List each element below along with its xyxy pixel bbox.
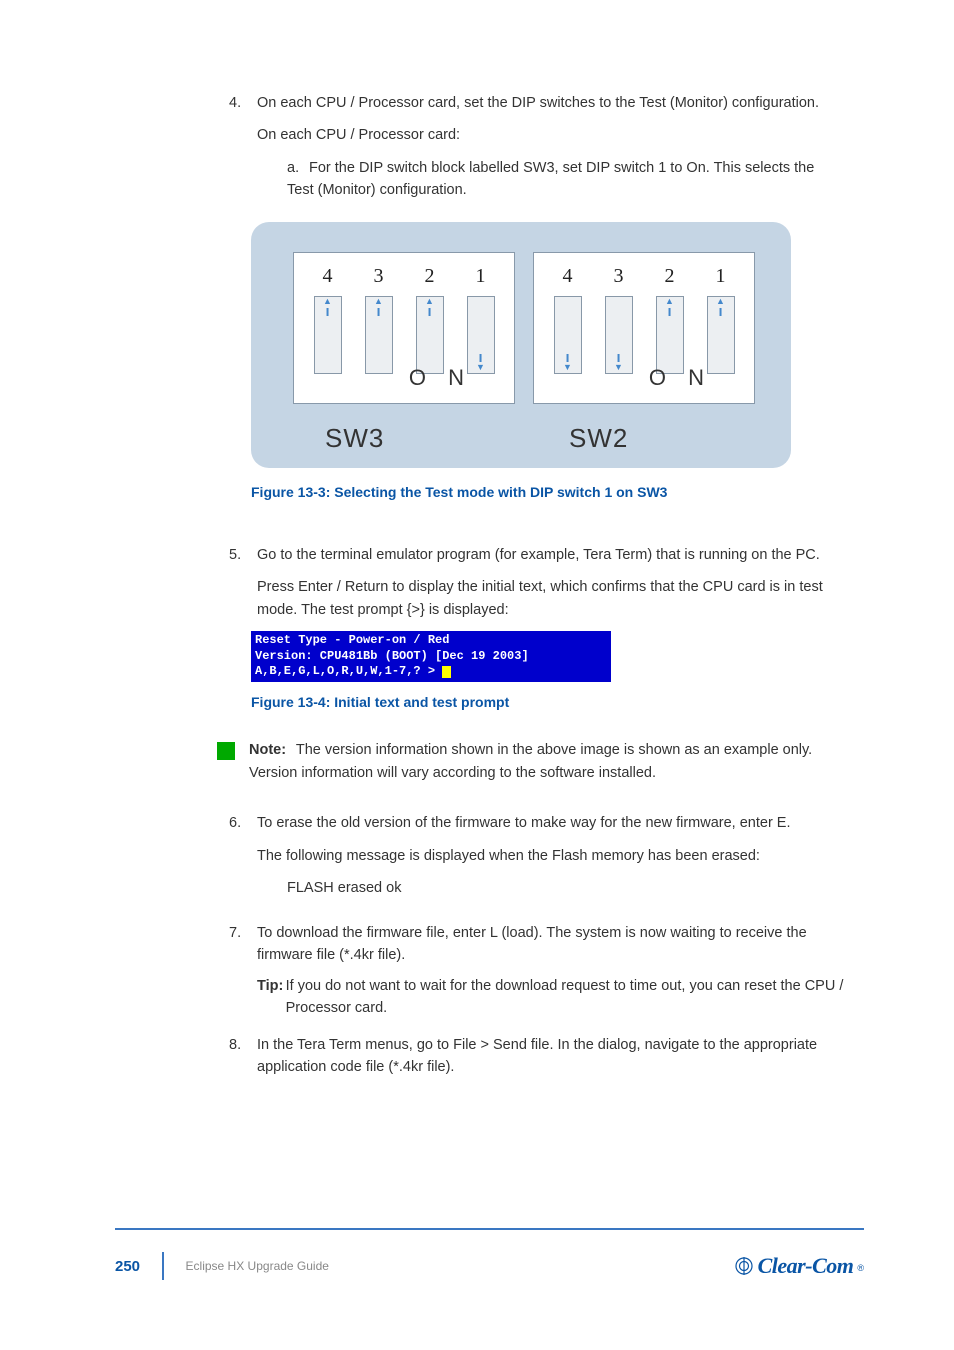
on-label: O N bbox=[649, 361, 712, 395]
logo-text: Clear-Com bbox=[758, 1253, 854, 1279]
dip-num: 2 bbox=[410, 261, 450, 292]
step-8: 8. In the Tera Term menus, go to File > … bbox=[229, 1034, 844, 1089]
sw2-label: SW2 bbox=[569, 418, 628, 458]
dip-switch bbox=[554, 296, 582, 374]
substep-text: For the DIP switch block labelled SW3, s… bbox=[287, 160, 814, 198]
footer: 250 Eclipse HX Upgrade Guide Clear-Com® bbox=[115, 1252, 864, 1280]
dip-switch-figure: 4 3 2 1 O N 4 3 2 1 O N SW bbox=[251, 222, 791, 468]
dip-num: 4 bbox=[548, 261, 588, 292]
dip-num: 1 bbox=[701, 261, 741, 292]
dip-num: 2 bbox=[650, 261, 690, 292]
dip-num: 1 bbox=[461, 261, 501, 292]
step-text: Press Enter / Return to display the init… bbox=[257, 576, 844, 621]
step-text: The following message is displayed when … bbox=[257, 845, 791, 867]
sw3-label: SW3 bbox=[325, 418, 384, 458]
dip-num: 4 bbox=[308, 261, 348, 292]
dip-block-sw3: 4 3 2 1 O N bbox=[293, 252, 515, 404]
terminal-screenshot: Reset Type - Power-on / Red Version: CPU… bbox=[251, 631, 611, 682]
dip-num: 3 bbox=[599, 261, 639, 292]
step-number: 7. bbox=[229, 922, 257, 1020]
figure-caption: Figure 13-3: Selecting the Test mode wit… bbox=[251, 482, 844, 504]
figure-caption: Figure 13-4: Initial text and test promp… bbox=[251, 692, 844, 714]
tip-label: Tip: bbox=[257, 975, 286, 997]
step-text: In the Tera Term menus, go to File > Sen… bbox=[257, 1034, 844, 1079]
note-label: Note: bbox=[249, 742, 286, 758]
note-text: The version information shown in the abo… bbox=[249, 742, 812, 780]
tip-text: If you do not want to wait for the downl… bbox=[286, 975, 844, 1020]
note-icon bbox=[217, 742, 235, 760]
step-number: 8. bbox=[229, 1034, 257, 1089]
footer-divider bbox=[162, 1252, 164, 1280]
logo-icon bbox=[734, 1256, 754, 1276]
substep-label: a. bbox=[287, 157, 309, 179]
on-label: O N bbox=[409, 361, 472, 395]
dip-switch bbox=[605, 296, 633, 374]
step-text: Go to the terminal emulator program (for… bbox=[257, 544, 844, 566]
cursor-icon bbox=[442, 666, 451, 678]
substep-a: a.For the DIP switch block labelled SW3,… bbox=[287, 157, 844, 202]
dip-block-sw2: 4 3 2 1 O N bbox=[533, 252, 755, 404]
dip-switch bbox=[314, 296, 342, 374]
dip-num: 3 bbox=[359, 261, 399, 292]
step-4: 4. On each CPU / Processor card, set the… bbox=[229, 92, 844, 532]
registered-icon: ® bbox=[857, 1263, 864, 1273]
dip-switch bbox=[365, 296, 393, 374]
doc-title: Eclipse HX Upgrade Guide bbox=[186, 1259, 329, 1273]
step-7: 7. To download the firmware file, enter … bbox=[229, 922, 844, 1020]
code-output: FLASH erased ok bbox=[287, 877, 791, 899]
step-text: To download the firmware file, enter L (… bbox=[257, 922, 844, 967]
note-block: Note: The version information shown in t… bbox=[217, 739, 844, 784]
step-5: 5. Go to the terminal emulator program (… bbox=[229, 544, 844, 801]
step-number: 6. bbox=[229, 812, 257, 909]
clearcom-logo: Clear-Com® bbox=[734, 1253, 864, 1279]
step-subtext: On each CPU / Processor card: bbox=[257, 124, 844, 146]
step-text: On each CPU / Processor card, set the DI… bbox=[257, 92, 844, 114]
page-number: 250 bbox=[115, 1258, 140, 1275]
tip-block: Tip: If you do not want to wait for the … bbox=[257, 975, 844, 1020]
step-text: To erase the old version of the firmware… bbox=[257, 812, 791, 834]
step-6: 6. To erase the old version of the firmw… bbox=[229, 812, 844, 909]
footer-rule bbox=[115, 1228, 864, 1230]
